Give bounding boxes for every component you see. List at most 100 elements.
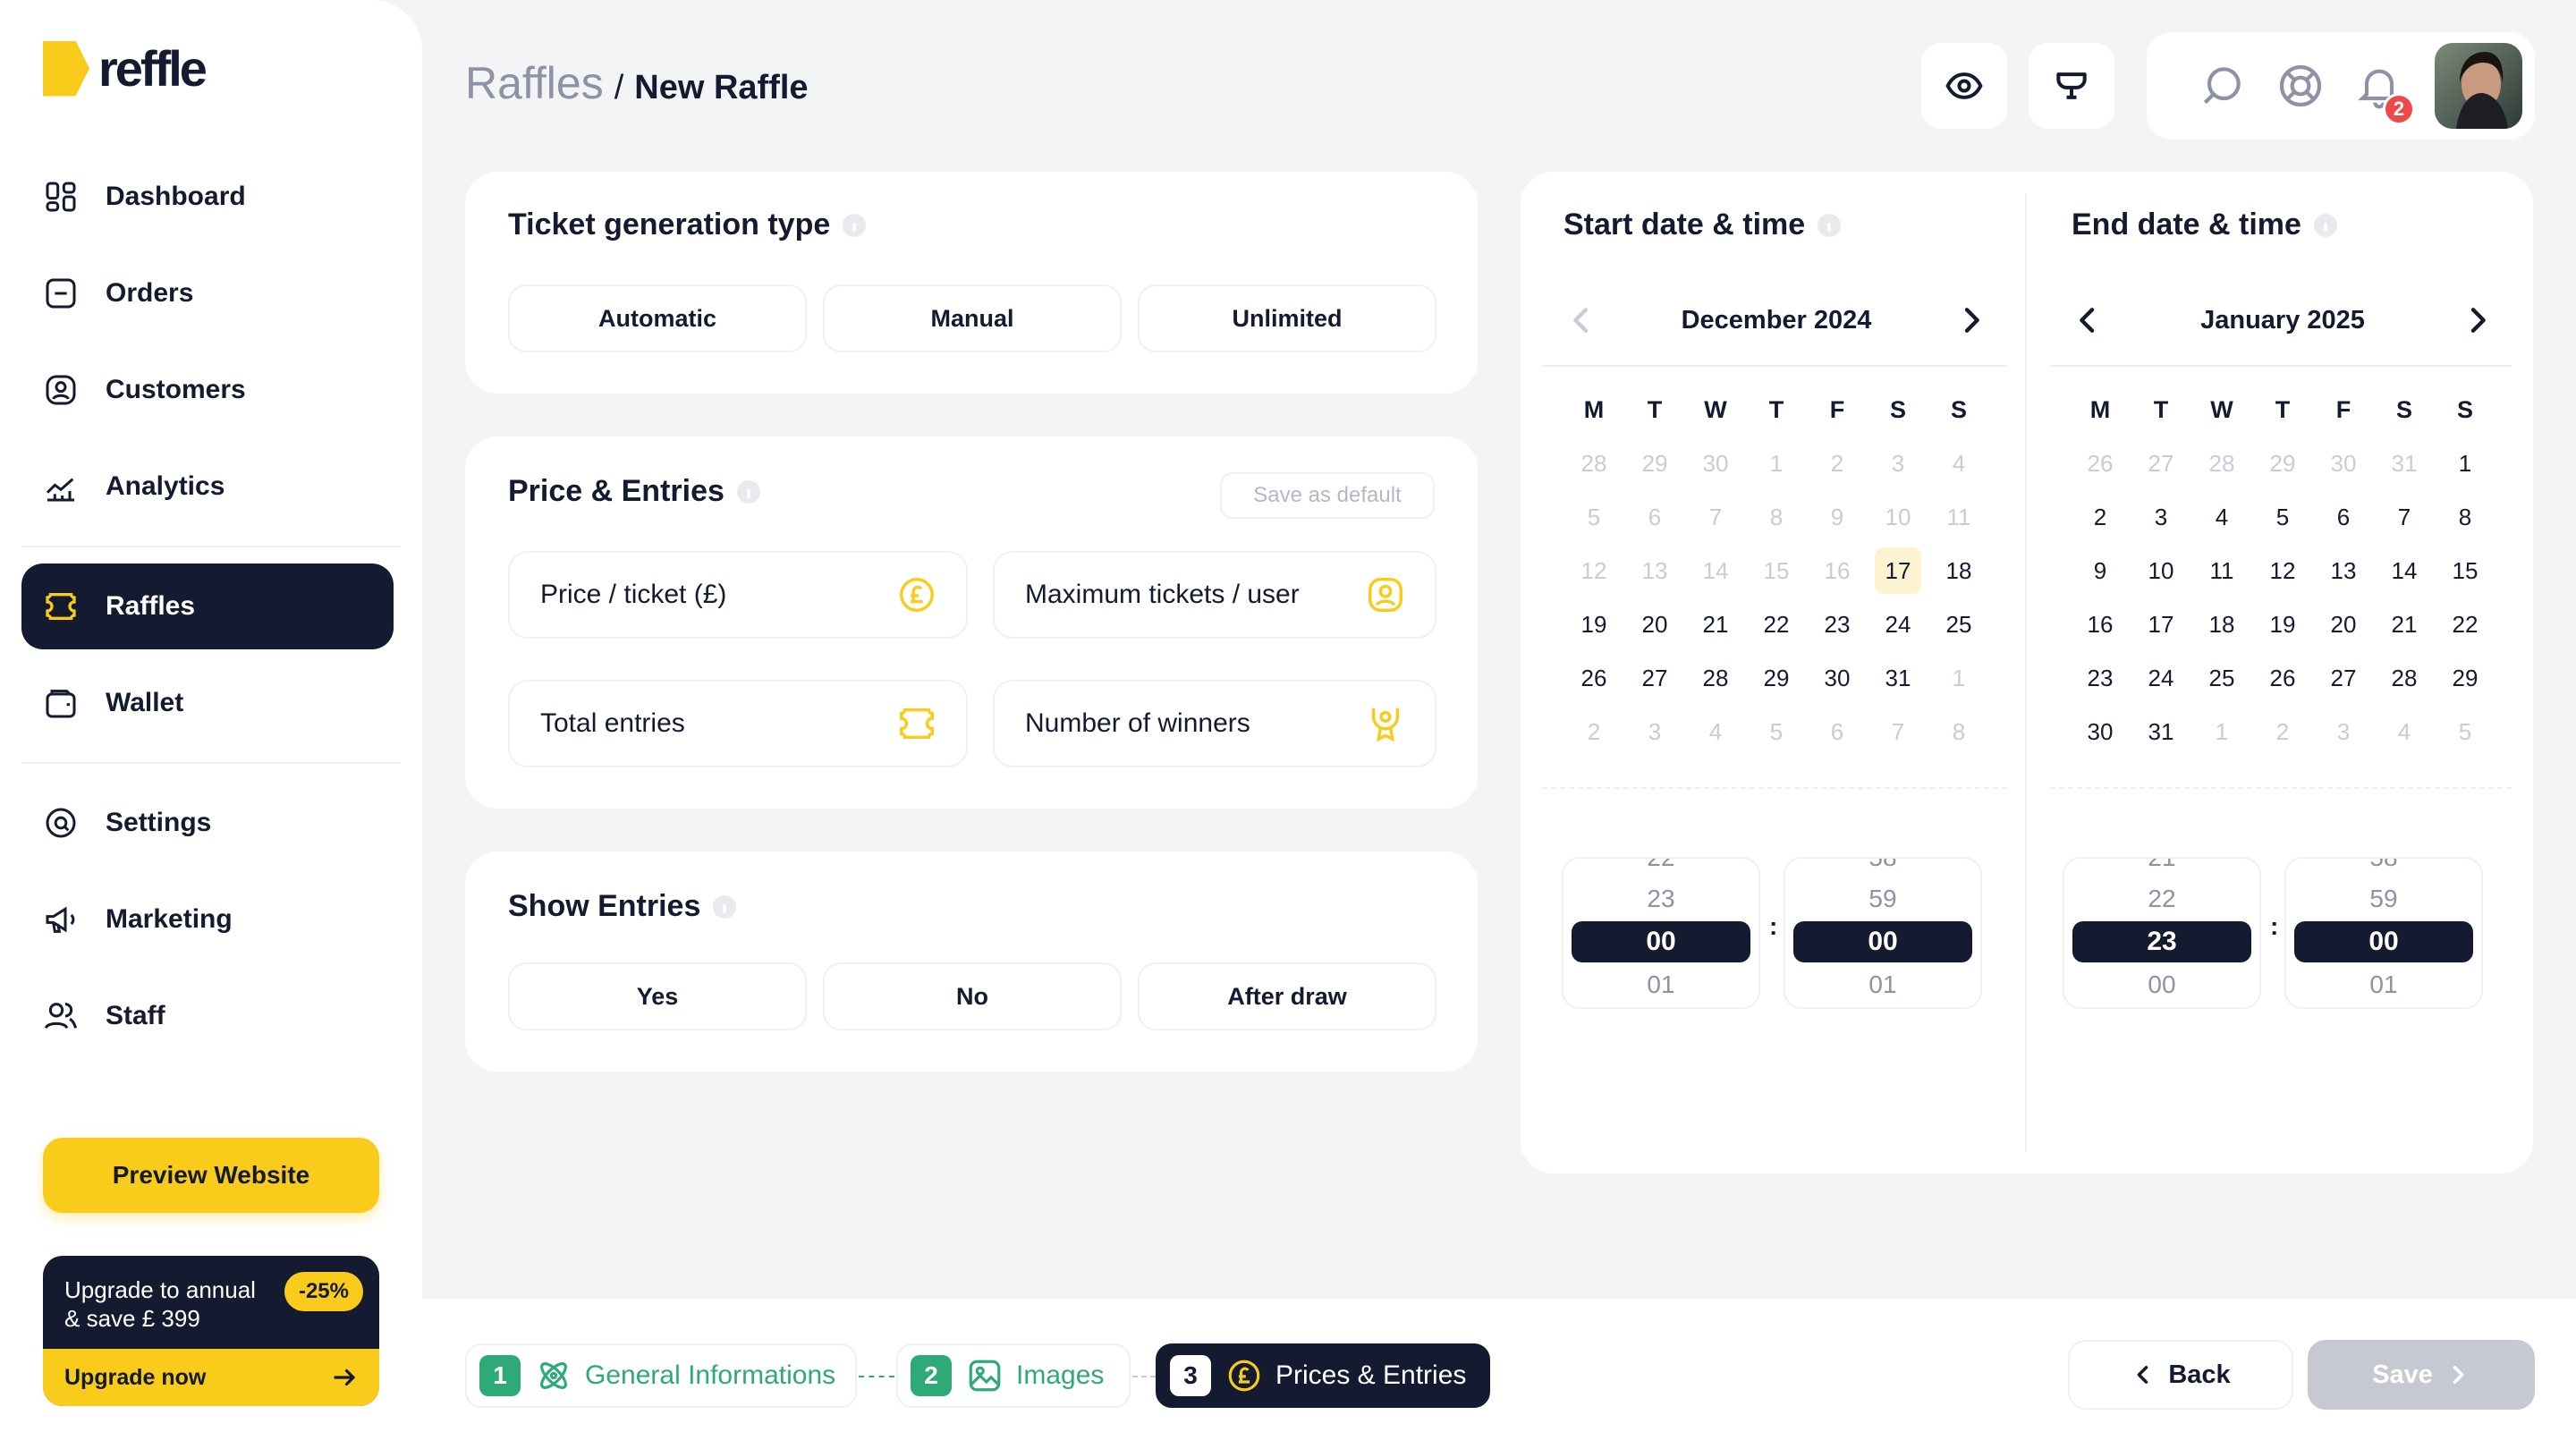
save-as-default-button[interactable]: Save as default — [1220, 472, 1435, 519]
step-prices-entries[interactable]: 3 Prices & Entries — [1156, 1343, 1490, 1408]
number-of-winners-field[interactable]: Number of winners — [993, 680, 1436, 767]
calendar-day[interactable]: 31 — [1868, 651, 1928, 705]
info-icon[interactable] — [2313, 213, 2337, 237]
calendar-day[interactable]: 28 — [2374, 651, 2435, 705]
option-manual[interactable]: Manual — [823, 284, 1122, 352]
calendar-day[interactable]: 30 — [1685, 436, 1746, 490]
time-option[interactable]: 21 — [2148, 859, 2175, 878]
calendar-day[interactable]: 25 — [2191, 651, 2252, 705]
calendar-day[interactable]: 17 — [2131, 597, 2191, 651]
calendar-day[interactable]: 27 — [1624, 651, 1685, 705]
option-after-draw[interactable]: After draw — [1138, 962, 1436, 1030]
calendar-day[interactable]: 2 — [2252, 705, 2313, 758]
time-option[interactable]: 01 — [2148, 1005, 2175, 1007]
end-minute-picker[interactable]: 58 59 00 01 02 — [2284, 857, 2483, 1009]
calendar-day[interactable]: 1 — [1928, 651, 1989, 705]
calendar-day[interactable]: 20 — [2313, 597, 2374, 651]
calendar-day[interactable]: 7 — [2374, 490, 2435, 544]
calendar-day[interactable]: 11 — [1928, 490, 1989, 544]
calendar-day[interactable]: 21 — [2374, 597, 2435, 651]
calendar-day[interactable]: 31 — [2374, 436, 2435, 490]
calendar-day[interactable]: 21 — [1685, 597, 1746, 651]
calendar-day[interactable]: 5 — [2435, 705, 2496, 758]
calendar-day[interactable]: 6 — [1807, 705, 1868, 758]
calendar-day[interactable]: 29 — [1746, 651, 1807, 705]
time-option[interactable]: 01 — [2369, 964, 2397, 1005]
calendar-day[interactable]: 29 — [1624, 436, 1685, 490]
calendar-day[interactable]: 28 — [2191, 436, 2252, 490]
price-per-ticket-field[interactable]: Price / ticket (£) — [508, 551, 968, 639]
calendar-day[interactable]: 3 — [1868, 436, 1928, 490]
calendar-day[interactable]: 19 — [1563, 597, 1624, 651]
sidebar-item-dashboard[interactable]: Dashboard — [21, 154, 394, 240]
calendar-day[interactable]: 8 — [1928, 705, 1989, 758]
calendar-day[interactable]: 3 — [2313, 705, 2374, 758]
calendar-day[interactable]: 27 — [2131, 436, 2191, 490]
calendar-day[interactable]: 1 — [1746, 436, 1807, 490]
info-icon[interactable] — [736, 479, 760, 504]
calendar-day[interactable]: 24 — [1868, 597, 1928, 651]
calendar-day[interactable]: 4 — [1928, 436, 1989, 490]
start-hour-picker[interactable]: 22 23 00 01 02 — [1562, 857, 1760, 1009]
calendar-day[interactable]: 19 — [2252, 597, 2313, 651]
search-icon[interactable] — [2197, 61, 2247, 111]
brand-logo[interactable]: reffle — [43, 39, 208, 97]
option-automatic[interactable]: Automatic — [508, 284, 807, 352]
option-no[interactable]: No — [823, 962, 1122, 1030]
calendar-day[interactable]: 24 — [2131, 651, 2191, 705]
option-unlimited[interactable]: Unlimited — [1138, 284, 1436, 352]
calendar-day[interactable]: 1 — [2435, 436, 2496, 490]
calendar-day[interactable]: 18 — [2191, 597, 2252, 651]
calendar-day[interactable]: 12 — [1563, 544, 1624, 597]
calendar-day[interactable]: 1 — [2191, 705, 2252, 758]
breadcrumb-parent[interactable]: Raffles — [465, 57, 604, 109]
calendar-day[interactable]: 3 — [2131, 490, 2191, 544]
calendar-day[interactable]: 26 — [2252, 651, 2313, 705]
calendar-day[interactable]: 30 — [2313, 436, 2374, 490]
time-option[interactable]: 02 — [2369, 1005, 2397, 1007]
calendar-day[interactable]: 10 — [1868, 490, 1928, 544]
chevron-right-icon[interactable] — [1953, 302, 1989, 338]
calendar-day[interactable]: 4 — [1685, 705, 1746, 758]
calendar-day[interactable]: 3 — [1624, 705, 1685, 758]
sidebar-item-staff[interactable]: Staff — [21, 973, 394, 1059]
step-images[interactable]: 2 Images — [896, 1343, 1131, 1408]
calendar-day[interactable]: 22 — [1746, 597, 1807, 651]
upgrade-now-button[interactable]: Upgrade now — [43, 1349, 379, 1406]
back-button[interactable]: Back — [2068, 1340, 2293, 1410]
calendar-day[interactable]: 13 — [2313, 544, 2374, 597]
calendar-day[interactable]: 10 — [2131, 544, 2191, 597]
time-option[interactable]: 58 — [2369, 859, 2397, 878]
time-option[interactable]: 00 — [2148, 964, 2175, 1005]
calendar-day[interactable]: 9 — [2070, 544, 2131, 597]
calendar-day[interactable]: 8 — [2435, 490, 2496, 544]
trophy-button[interactable] — [2029, 43, 2114, 129]
selected-day[interactable]: 17 — [1875, 547, 1921, 594]
calendar-day[interactable]: 27 — [2313, 651, 2374, 705]
chevron-left-icon[interactable] — [1563, 302, 1599, 338]
calendar-day[interactable]: 16 — [2070, 597, 2131, 651]
step-general-informations[interactable]: 1 General Informations — [465, 1343, 857, 1408]
calendar-day[interactable]: 5 — [1746, 705, 1807, 758]
calendar-day[interactable]: 2 — [1563, 705, 1624, 758]
save-button[interactable]: Save — [2308, 1340, 2535, 1410]
info-icon[interactable] — [843, 213, 867, 237]
calendar-day[interactable]: 25 — [1928, 597, 1989, 651]
calendar-day[interactable]: 6 — [2313, 490, 2374, 544]
sidebar-item-analytics[interactable]: Analytics — [21, 444, 394, 530]
time-option[interactable]: 22 — [1647, 859, 1674, 878]
calendar-day[interactable]: 12 — [2252, 544, 2313, 597]
calendar-day[interactable]: 9 — [1807, 490, 1868, 544]
calendar-day[interactable]: 30 — [1807, 651, 1868, 705]
time-option[interactable]: 01 — [1868, 964, 1896, 1005]
time-selected[interactable]: 00 — [1793, 921, 1972, 962]
calendar-day[interactable]: 29 — [2435, 651, 2496, 705]
calendar-day[interactable]: 8 — [1746, 490, 1807, 544]
chevron-right-icon[interactable] — [2460, 302, 2496, 338]
info-icon[interactable] — [713, 894, 737, 919]
calendar-day[interactable]: 13 — [1624, 544, 1685, 597]
time-option[interactable]: 58 — [1868, 859, 1896, 878]
calendar-day[interactable]: 15 — [1746, 544, 1807, 597]
calendar-day[interactable]: 5 — [2252, 490, 2313, 544]
calendar-day[interactable]: 4 — [2374, 705, 2435, 758]
